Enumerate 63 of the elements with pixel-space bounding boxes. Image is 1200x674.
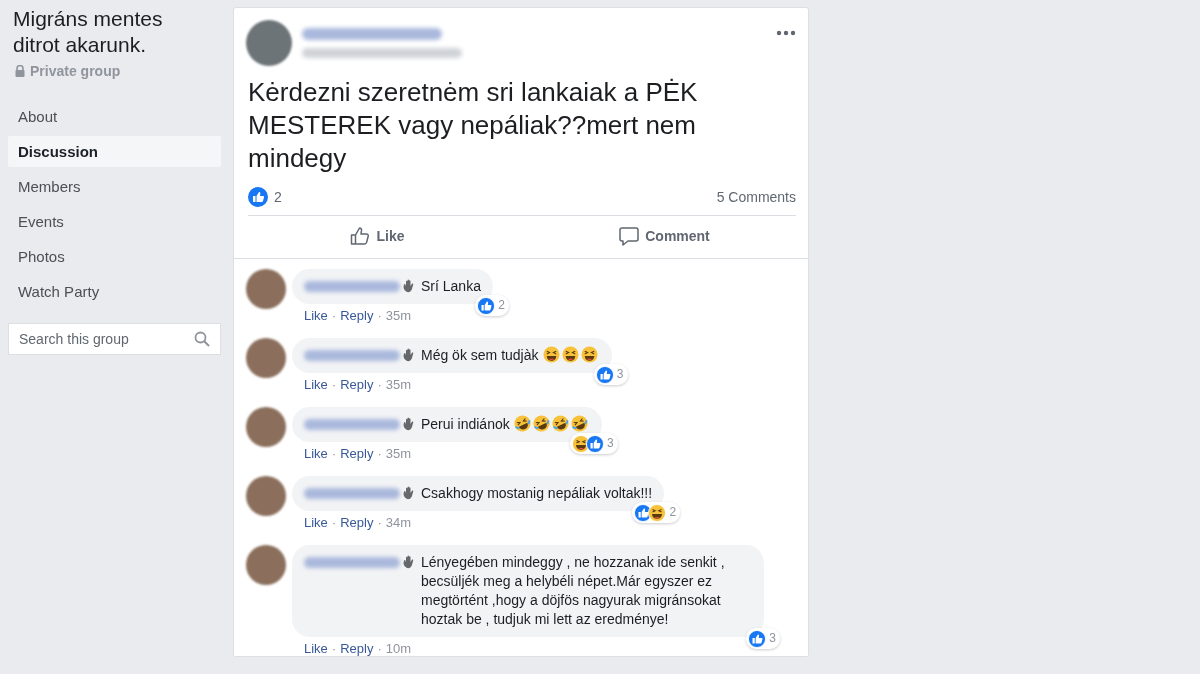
speech-bubble-icon	[619, 226, 640, 246]
like-reaction-icon	[748, 629, 767, 648]
like-link[interactable]: Like	[304, 377, 328, 392]
post-text: Kėrdezni szeretnėm sri lankaiak a PĖK MESTEREK vagy nepáliak??mert nem mindegy	[247, 76, 699, 175]
nav-item[interactable]: Watch Party	[8, 276, 221, 307]
like-link[interactable]: Like	[304, 515, 328, 530]
grinning-face-icon	[561, 346, 579, 363]
reply-link[interactable]: Reply	[340, 515, 374, 530]
comment-text: Perui indiánok	[421, 415, 590, 434]
like-link[interactable]: Like	[304, 641, 328, 656]
nav-item[interactable]: Discussion	[8, 136, 221, 167]
nav-item[interactable]: About	[8, 101, 221, 132]
reply-link[interactable]: Reply	[340, 377, 374, 392]
nav-item[interactable]: Events	[8, 206, 221, 237]
like-link[interactable]: Like	[304, 446, 328, 461]
nav-item[interactable]: Members	[8, 171, 221, 202]
comment-text: Srí Lanka	[421, 277, 481, 296]
like-reaction-icon	[586, 434, 605, 453]
like-reaction-icon	[595, 365, 614, 384]
reply-link[interactable]: Reply	[340, 446, 374, 461]
more-icon[interactable]	[776, 30, 796, 36]
reply-link[interactable]: Reply	[340, 308, 374, 323]
like-button[interactable]: Like	[234, 216, 521, 258]
laughing-tears-face-icon	[532, 415, 550, 432]
separator-dot: ·	[377, 641, 382, 656]
grinning-face-icon	[580, 346, 598, 363]
group-title: Migráns mentes ditrot akarunk.	[13, 6, 164, 58]
comment-button[interactable]: Comment	[521, 216, 808, 258]
laughing-tears-face-icon	[513, 415, 531, 432]
grinning-face-icon	[542, 346, 560, 363]
comments-count[interactable]: 5 Comments	[716, 189, 796, 205]
comment-text: Csakhogy mostanig nepáliak voltak!!!	[421, 484, 653, 503]
laughing-tears-face-icon	[551, 415, 569, 432]
avatar[interactable]	[246, 20, 292, 66]
separator-dot: ·	[331, 641, 337, 656]
reaction-count[interactable]: 2	[274, 189, 282, 205]
avatar[interactable]	[246, 269, 286, 309]
comment-text: Még ök sem tudjàk	[421, 346, 600, 365]
thumbs-up-icon	[350, 226, 371, 246]
reply-link[interactable]: Reply	[340, 641, 374, 656]
like-reaction-icon[interactable]	[248, 187, 268, 207]
lock-icon	[15, 65, 25, 77]
like-link[interactable]: Like	[304, 308, 328, 323]
separator-dot: ·	[331, 377, 337, 392]
avatar[interactable]	[246, 476, 286, 516]
separator-dot: ·	[377, 308, 382, 323]
search-icon[interactable]	[194, 331, 210, 347]
separator-dot: ·	[331, 446, 337, 461]
separator-dot: ·	[331, 308, 337, 323]
avatar[interactable]	[246, 545, 286, 585]
separator-dot: ·	[377, 446, 382, 461]
separator-dot: ·	[377, 377, 382, 392]
laughing-face-icon	[648, 503, 667, 522]
separator-dot: ·	[377, 515, 382, 530]
avatar[interactable]	[246, 338, 286, 378]
avatar[interactable]	[246, 407, 286, 447]
like-reaction-icon	[477, 296, 496, 315]
nav-item[interactable]: Photos	[8, 241, 221, 272]
search-field[interactable]: Search this group	[8, 323, 221, 355]
laughing-tears-face-icon	[570, 415, 588, 432]
separator-dot: ·	[331, 515, 337, 530]
privacy-label: Private group	[30, 63, 121, 79]
comment-text: Lényegében mindeggy , ne hozzanak ide senkit , becsüljék meg a helybéli népet.Már egyszer ez megtörtént ,hogy a döjfös nagyurak migránsokat hoztak be , tudjuk mi lett az eredménye!	[421, 553, 726, 629]
